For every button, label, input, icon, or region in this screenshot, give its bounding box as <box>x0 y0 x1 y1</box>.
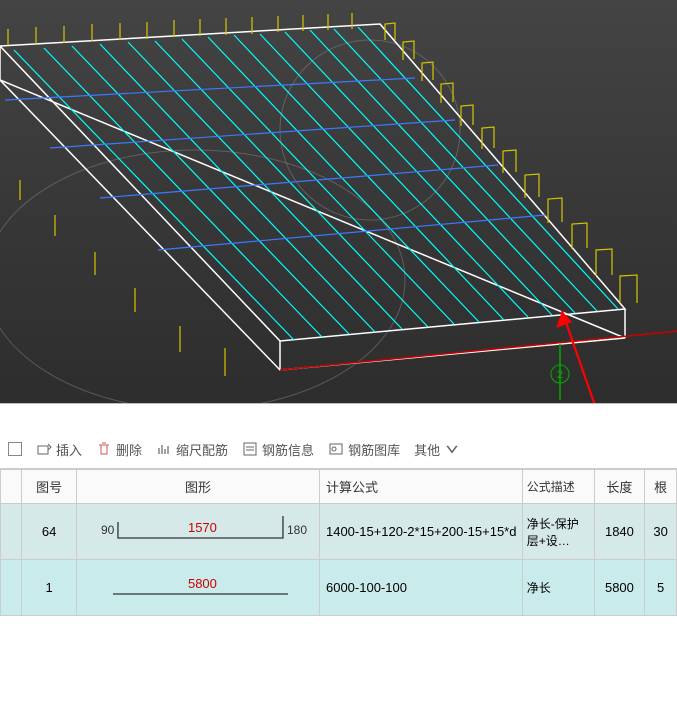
info-button[interactable]: 钢筋信息 <box>242 440 314 459</box>
table-row[interactable]: 1 5800 6000-100-100 净长 5800 5 <box>1 560 677 616</box>
shape-left: 90 <box>101 523 115 537</box>
library-icon <box>328 441 344 457</box>
insert-icon <box>36 441 52 457</box>
insert-button[interactable]: 插入 <box>36 440 82 459</box>
shape-mid: 5800 <box>188 576 217 591</box>
viewport-3d[interactable]: 2 <box>0 0 677 403</box>
cell-count[interactable]: 5 <box>645 560 677 616</box>
cell-shape[interactable]: 90 1570 180 <box>77 504 320 560</box>
cell-formula[interactable]: 6000-100-100 <box>319 560 522 616</box>
other-label: 其他 <box>414 440 440 459</box>
table-row[interactable]: 64 90 1570 180 1400-15+120-2*15+200-15+1… <box>1 504 677 560</box>
header-diagram[interactable]: 图号 <box>22 470 77 504</box>
scale-label: 缩尺配筋 <box>176 440 228 459</box>
header-formula[interactable]: 计算公式 <box>319 470 522 504</box>
delete-label: 删除 <box>116 440 142 459</box>
cell-desc[interactable]: 净长-保护层+设… <box>522 504 594 560</box>
shape-mid: 1570 <box>188 520 217 535</box>
axis-label: 2 <box>557 369 563 381</box>
header-idx <box>1 470 22 504</box>
library-label: 钢筋图库 <box>348 440 400 459</box>
header-last[interactable]: 根 <box>645 470 677 504</box>
cell-desc[interactable]: 净长 <box>522 560 594 616</box>
spacer <box>0 403 677 430</box>
scale-icon <box>156 441 172 457</box>
rebar-table: 图号 图形 计算公式 公式描述 长度 根 64 90 1570 180 <box>0 468 677 616</box>
cell-length[interactable]: 5800 <box>594 560 645 616</box>
cell-length[interactable]: 1840 <box>594 504 645 560</box>
info-label: 钢筋信息 <box>262 440 314 459</box>
header-length[interactable]: 长度 <box>594 470 645 504</box>
shape-right: 180 <box>287 523 307 537</box>
other-dropdown[interactable]: 其他 <box>414 440 460 459</box>
cell-diagram[interactable]: 1 <box>22 560 77 616</box>
info-icon <box>242 441 258 457</box>
header-shape[interactable]: 图形 <box>77 470 320 504</box>
cell-count[interactable]: 30 <box>645 504 677 560</box>
cell-formula[interactable]: 1400-15+120-2*15+200-15+15*d <box>319 504 522 560</box>
insert-label: 插入 <box>56 440 82 459</box>
bottom-fill <box>0 616 677 676</box>
delete-button[interactable]: 删除 <box>96 440 142 459</box>
scale-button[interactable]: 缩尺配筋 <box>156 440 228 459</box>
chevron-down-icon <box>444 441 460 457</box>
cell-shape[interactable]: 5800 <box>77 560 320 616</box>
header-desc[interactable]: 公式描述 <box>522 470 594 504</box>
library-button[interactable]: 钢筋图库 <box>328 440 400 459</box>
delete-icon <box>96 441 112 457</box>
slab-model: 2 <box>0 0 677 403</box>
cell-diagram[interactable]: 64 <box>22 504 77 560</box>
checkbox[interactable] <box>8 442 22 456</box>
toolbar: 插入 删除 缩尺配筋 钢筋信息 钢筋图库 其他 <box>0 430 677 468</box>
